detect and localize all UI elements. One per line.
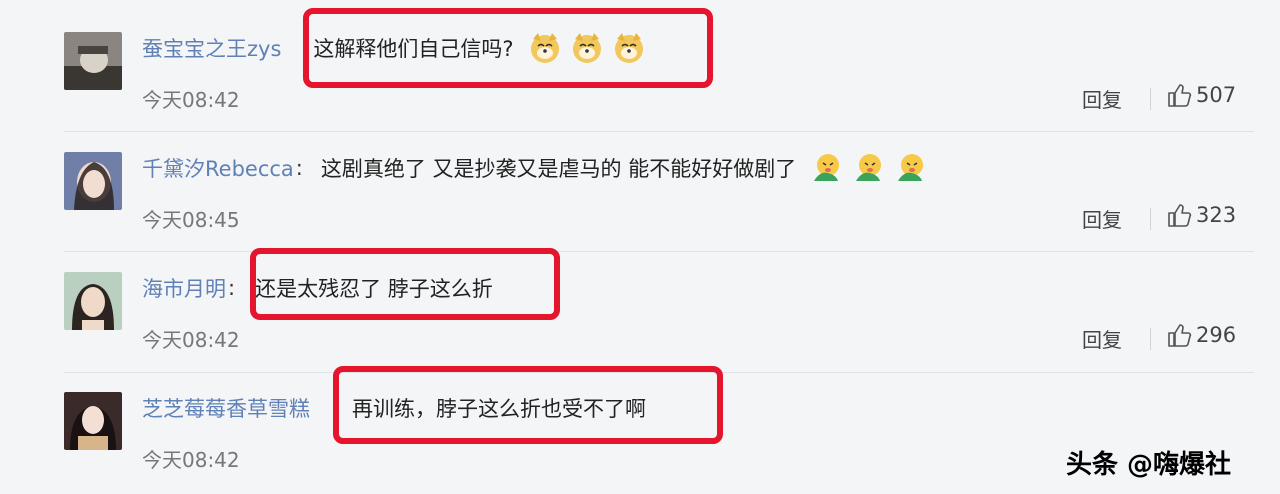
doge-emoji-icon <box>614 33 643 63</box>
like-count: 507 <box>1196 83 1237 107</box>
reply-button[interactable]: 回复 <box>1082 324 1122 353</box>
thumbs-up-icon <box>1168 204 1192 227</box>
comment-time: 今天08:42 <box>142 448 240 472</box>
vomit-emoji-icon <box>856 154 882 181</box>
username-link[interactable]: 芝芝莓莓香草雪糕 <box>142 393 310 423</box>
comment-time: 今天08:42 <box>142 328 240 352</box>
avatar[interactable] <box>64 152 122 210</box>
doge-emoji-icon <box>530 33 559 63</box>
comment-text: 还是太残忍了 脖子这么折 <box>255 277 493 301</box>
username-link[interactable]: 海市月明 <box>142 273 226 303</box>
username-link[interactable]: 千黛汐Rebecca <box>142 153 294 183</box>
comment-text: 这剧真绝了 又是抄袭又是虐马的 能不能好好做剧了 <box>320 157 797 181</box>
separator <box>1150 88 1151 110</box>
like-button[interactable]: 507 <box>1166 82 1236 108</box>
separator <box>1150 208 1151 230</box>
like-count: 296 <box>1196 323 1237 347</box>
vomit-emoji-icon <box>898 154 924 181</box>
comment-time: 今天08:45 <box>142 208 240 232</box>
comment-time: 今天08:42 <box>142 88 240 112</box>
watermark: 头条 @嗨爆社 <box>1066 450 1232 480</box>
comment-item: 千黛汐Rebecca : 这剧真绝了 又是抄袭又是虐马的 能不能好好做剧了 今天… <box>0 120 1280 240</box>
username-link[interactable]: 蚕宝宝之王zys <box>142 33 281 63</box>
reply-button[interactable]: 回复 <box>1082 84 1122 113</box>
avatar[interactable] <box>64 32 122 90</box>
doge-emoji-icon <box>572 33 601 63</box>
separator <box>1150 328 1151 350</box>
reply-button[interactable]: 回复 <box>1082 204 1122 233</box>
comment-text: 这解释他们自己信吗? <box>313 37 514 61</box>
like-count: 323 <box>1196 203 1237 227</box>
thumbs-up-icon <box>1168 324 1192 347</box>
avatar[interactable] <box>64 392 122 450</box>
comment-item: 蚕宝宝之王zys 这解释他们自己信吗? 今天08:42 回复 507 <box>0 0 1280 120</box>
comment-item: 海市月明 : 还是太残忍了 脖子这么折 今天08:42 回复 296 <box>0 240 1280 360</box>
avatar[interactable] <box>64 272 122 330</box>
thumbs-up-icon <box>1168 84 1192 107</box>
like-button[interactable]: 323 <box>1166 202 1236 228</box>
comment-text: 再训练，脖子这么折也受不了啊 <box>352 397 646 421</box>
vomit-emoji-icon <box>814 154 840 181</box>
like-button[interactable]: 296 <box>1166 322 1236 348</box>
